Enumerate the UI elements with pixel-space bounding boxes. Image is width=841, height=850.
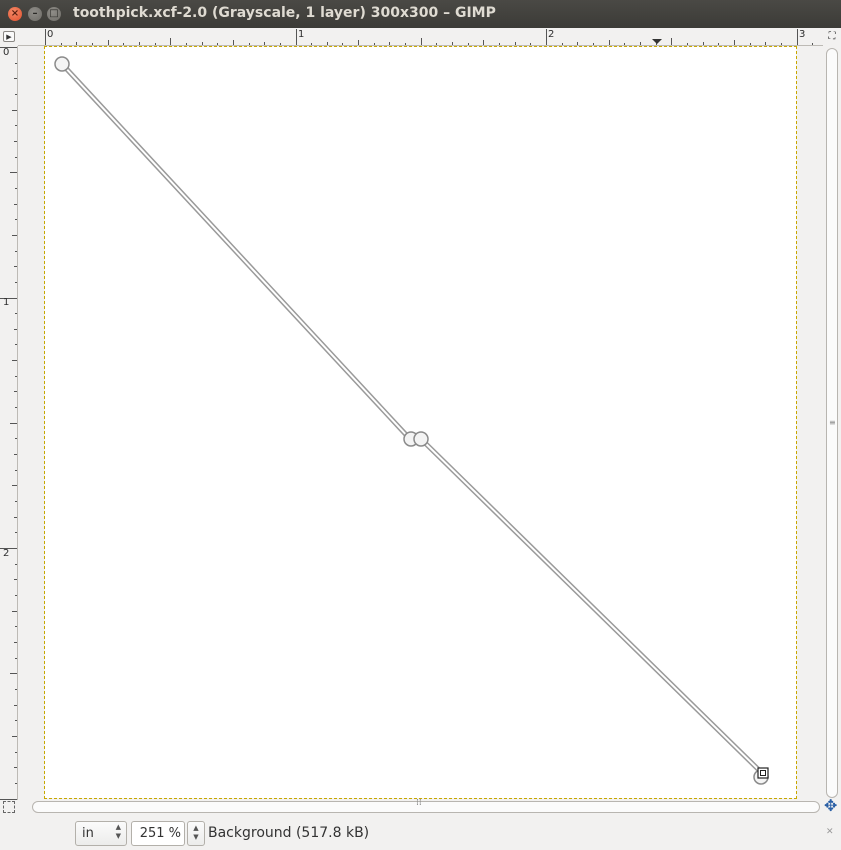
pointer-marker-icon	[652, 39, 662, 44]
path-anchor-start[interactable]	[54, 56, 70, 72]
quick-mask-icon[interactable]	[3, 801, 15, 813]
image-canvas[interactable]	[44, 46, 797, 799]
horizontal-scrollbar[interactable]: ⁞⁞	[30, 798, 823, 814]
maximize-window-button[interactable]: □	[47, 7, 61, 21]
path-anchor-mid-b[interactable]	[413, 431, 429, 447]
zoom-input-value: 251 %	[139, 826, 181, 841]
vertical-scrollbar[interactable]: ≡	[823, 46, 841, 800]
v-ruler-label-2: 2	[3, 548, 10, 559]
vertical-scrollbar-grip: ≡	[829, 418, 836, 427]
close-window-button[interactable]: ×	[8, 7, 22, 21]
status-bar: in ▲ ▼ 251 % ▲ ▼ Background (517.8 kB) ✕	[0, 815, 841, 850]
zoom-dropdown-button[interactable]: ▲ ▼	[187, 821, 205, 846]
h-ruler-label-1: 1	[298, 29, 305, 40]
unit-select-value: in	[82, 826, 94, 841]
layer-status-text: Background (517.8 kB)	[208, 825, 370, 841]
minimize-window-button[interactable]: –	[28, 7, 42, 21]
path-segment-1-inner	[61, 63, 411, 440]
h-ruler-label-0: 0	[47, 29, 54, 40]
path-handle-end[interactable]	[757, 767, 769, 779]
navigate-icon[interactable]: ✥	[824, 798, 837, 814]
horizontal-scrollbar-slider[interactable]	[32, 801, 820, 813]
menu-arrow-icon[interactable]: ▶	[3, 31, 15, 42]
vertical-ruler[interactable]: 0 1 2	[0, 46, 18, 800]
vertical-ruler-ticks	[0, 47, 17, 800]
zoom-fit-icon[interactable]: ⛶	[826, 31, 838, 43]
updown-arrows-icon: ▲ ▼	[115, 823, 121, 840]
title-bar: × – □ toothpick.xcf-2.0 (Grayscale, 1 la…	[0, 0, 841, 28]
v-ruler-label-0: 0	[3, 47, 10, 58]
unit-select[interactable]: in ▲ ▼	[75, 821, 127, 846]
v-ruler-label-1: 1	[3, 297, 10, 308]
window-title: toothpick.xcf-2.0 (Grayscale, 1 layer) 3…	[73, 5, 496, 21]
path-segment-2-inner	[420, 438, 764, 775]
path-overlay	[54, 56, 769, 785]
horizontal-ruler-ticks	[45, 29, 813, 45]
cancel-icon[interactable]: ✕	[826, 827, 836, 837]
h-ruler-label-3: 3	[799, 29, 806, 40]
zoom-input[interactable]: 251 %	[131, 821, 185, 846]
horizontal-ruler[interactable]: 0 1 2 3	[18, 29, 823, 46]
horizontal-scrollbar-grip: ⁞⁞	[416, 798, 422, 808]
h-ruler-label-2: 2	[548, 29, 555, 40]
